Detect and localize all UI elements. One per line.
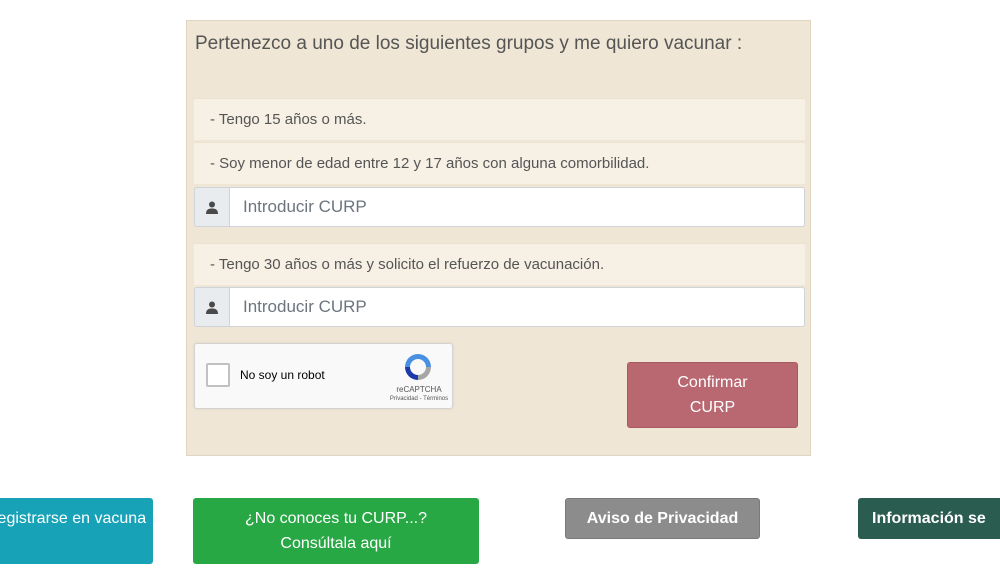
recaptcha-brand: reCAPTCHA: [396, 385, 442, 394]
recaptcha-checkbox[interactable]: [206, 363, 230, 387]
find-curp-button[interactable]: ¿No conoces tu CURP...? Consúltala aquí: [193, 498, 479, 564]
page: Pertenezco a uno de los siguientes grupo…: [0, 0, 1000, 574]
user-icon: [194, 187, 229, 227]
register-vaccine-button[interactable]: Registrarse en vacuna: [0, 498, 153, 564]
curp-input-group-2: [194, 287, 805, 327]
confirm-curp-button[interactable]: Confirmar CURP: [627, 362, 798, 428]
curp-input-2[interactable]: [229, 287, 805, 327]
info-button[interactable]: Información se: [858, 498, 1000, 539]
privacy-notice-button[interactable]: Aviso de Privacidad: [565, 498, 760, 539]
user-icon: [194, 287, 229, 327]
find-curp-label: ¿No conoces tu CURP...? Consúltala aquí: [244, 510, 427, 552]
privacy-notice-label: Aviso de Privacidad: [586, 510, 739, 527]
recaptcha-widget: No soy un robot reCAPTCHA Privacidad - T…: [194, 343, 453, 409]
recaptcha-links[interactable]: Privacidad - Términos: [371, 396, 467, 402]
option-30-booster: - Tengo 30 años o más y solicito el refu…: [194, 243, 805, 285]
panel-title: Pertenezco a uno de los siguientes grupo…: [195, 33, 743, 54]
vaccination-group-panel: Pertenezco a uno de los siguientes grupo…: [186, 20, 811, 456]
option-15-or-older: - Tengo 15 años o más.: [194, 98, 805, 140]
recaptcha-label: No soy un robot: [240, 368, 325, 382]
option-minor-comorbidity: - Soy menor de edad entre 12 y 17 años c…: [194, 142, 805, 184]
recaptcha-logo-icon: [405, 354, 431, 380]
curp-input-group-1: [194, 187, 805, 227]
curp-input-1[interactable]: [229, 187, 805, 227]
register-vaccine-label: Registrarse en vacuna: [0, 510, 147, 527]
info-label: Información se: [872, 510, 986, 527]
confirm-curp-label: Confirmar CURP: [677, 374, 748, 416]
